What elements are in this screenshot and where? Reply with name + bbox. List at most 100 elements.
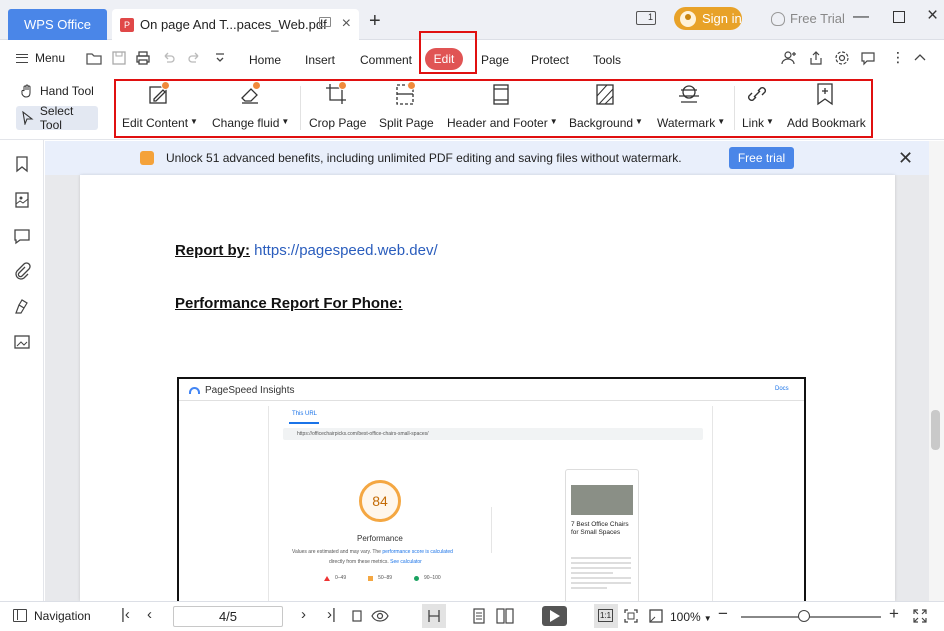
eye-read-mode-icon[interactable] [371, 609, 389, 623]
fullscreen-icon[interactable] [912, 608, 928, 624]
tab-tools[interactable]: Tools [593, 53, 621, 67]
ribbon-divider [300, 86, 301, 130]
background-icon[interactable] [593, 82, 617, 106]
last-page-icon[interactable]: ›| [327, 606, 336, 623]
tab-insert[interactable]: Insert [305, 53, 335, 67]
zoom-in-icon[interactable]: + [889, 604, 899, 624]
document-tab[interactable]: P On page And T...paces_Web.pdf × [112, 9, 359, 40]
chat-feedback-icon[interactable] [860, 50, 876, 66]
header-footer-icon[interactable] [489, 82, 513, 106]
bookmark-icon[interactable] [813, 82, 837, 106]
close-tab-icon[interactable]: × [342, 15, 351, 33]
background-label: Background [569, 116, 634, 130]
background-button[interactable]: Background ▼ [569, 116, 643, 130]
header-footer-button[interactable]: Header and Footer ▼ [447, 116, 558, 130]
open-folder-icon[interactable] [86, 50, 102, 66]
page-count-icon[interactable]: 1 [636, 11, 656, 25]
phone-preview-title: 7 Best Office Chairs for Small Spaces [571, 521, 629, 536]
phone-preview-image [571, 485, 633, 515]
navigation-panel-icon[interactable] [13, 609, 27, 622]
premium-badge-icon [338, 81, 347, 90]
tab-page[interactable]: Page [481, 53, 509, 67]
premium-badge-icon [407, 81, 416, 90]
more-options-icon[interactable]: ⋮ [891, 49, 905, 66]
attachment-icon[interactable] [13, 262, 31, 280]
watermark-icon[interactable] [677, 82, 701, 106]
performance-label: Performance [357, 534, 403, 543]
crown-icon [140, 151, 154, 165]
watermark-label: Watermark [657, 116, 716, 130]
thumbnail-panel-icon[interactable] [13, 191, 31, 209]
desc-text: directly from these metrics. [329, 559, 391, 565]
rotate-page-icon[interactable] [350, 609, 364, 623]
zoom-slider-thumb[interactable] [798, 610, 810, 622]
fit-width-icon [428, 610, 440, 622]
quick-access-dropdown-icon[interactable] [212, 50, 228, 66]
tab-comment[interactable]: Comment [360, 53, 412, 67]
performance-score-gauge: 84 [359, 480, 401, 522]
link-button[interactable]: Link ▼ [742, 116, 774, 130]
save-icon[interactable] [111, 50, 127, 66]
scrollbar-thumb[interactable] [931, 410, 940, 450]
tab-monitor-icon[interactable] [319, 17, 331, 27]
tab-home[interactable]: Home [249, 53, 281, 67]
square-icon [368, 575, 374, 581]
first-page-icon[interactable]: |‹ [121, 606, 130, 623]
split-page-button[interactable]: Split Page [379, 116, 434, 130]
two-page-icon[interactable] [496, 608, 514, 624]
collapse-ribbon-icon[interactable] [912, 50, 928, 66]
change-fluid-label: Change fluid [212, 116, 280, 130]
pagespeed-docs-link: Docs [775, 386, 789, 392]
image-extract-icon[interactable] [13, 334, 31, 352]
add-bookmark-button[interactable]: Add Bookmark [787, 116, 866, 130]
vertical-scrollbar[interactable] [929, 141, 944, 601]
single-page-icon[interactable] [472, 608, 486, 624]
share-icon[interactable] [808, 50, 824, 66]
minimize-icon[interactable]: — [853, 8, 869, 26]
zoom-out-icon[interactable]: − [718, 604, 728, 624]
pagespeed-logo-icon [189, 387, 200, 394]
crop-page-button[interactable]: Crop Page [309, 116, 366, 130]
report-by-label: Report by: [175, 242, 250, 259]
signature-icon[interactable] [13, 298, 31, 316]
navigation-label[interactable]: Navigation [34, 609, 91, 623]
close-banner-icon[interactable]: ✕ [898, 148, 913, 169]
tab-protect[interactable]: Protect [531, 53, 569, 67]
print-icon[interactable] [135, 50, 151, 66]
divider [491, 507, 492, 553]
score-description-line-1: Values are estimated and may vary. The p… [292, 549, 453, 555]
menu-button[interactable]: Menu [16, 51, 65, 65]
bookmark-panel-icon[interactable] [13, 155, 31, 173]
add-user-icon[interactable] [781, 50, 797, 66]
next-page-icon[interactable]: › [301, 606, 306, 623]
hand-tool-button[interactable]: Hand Tool [20, 84, 94, 98]
free-trial-link[interactable]: Free Trial [771, 11, 845, 26]
maximize-icon[interactable] [893, 11, 905, 23]
report-by-url[interactable]: https://pagespeed.web.dev/ [254, 242, 437, 259]
zoom-slider-track[interactable] [741, 616, 881, 618]
undo-icon[interactable] [161, 50, 177, 66]
select-tool-button[interactable]: Select Tool [16, 104, 98, 132]
watermark-button[interactable]: Watermark ▼ [657, 116, 725, 130]
comment-panel-icon[interactable] [13, 227, 31, 245]
previous-page-icon[interactable]: ‹ [147, 606, 152, 623]
desc-link: performance score is calculated [382, 549, 453, 555]
page-number-input[interactable]: 4/5 [173, 606, 283, 627]
close-window-icon[interactable]: × [927, 5, 938, 27]
fit-page-icon[interactable] [623, 608, 639, 624]
edit-content-button[interactable]: Edit Content ▼ [122, 116, 198, 130]
pagespeed-url: https://officechairpicks.com/best-office… [297, 431, 429, 437]
redo-icon[interactable] [186, 50, 202, 66]
wps-office-tab[interactable]: WPS Office [8, 9, 107, 40]
change-fluid-button[interactable]: Change fluid ▼ [212, 116, 289, 130]
link-icon[interactable] [745, 82, 769, 106]
zoom-level-dropdown[interactable]: 100% ▼ [670, 610, 712, 624]
settings-gear-icon[interactable] [834, 50, 850, 66]
zoom-level-value: 100% [670, 610, 701, 624]
new-tab-button[interactable]: + [369, 10, 381, 33]
crop-view-icon[interactable] [648, 608, 664, 624]
legend-average-label: 50–89 [378, 575, 393, 581]
desc-text: Values are estimated and may vary. The [292, 549, 383, 555]
free-trial-button[interactable]: Free trial [729, 147, 794, 169]
sign-in-button[interactable]: Sign in [674, 7, 742, 30]
